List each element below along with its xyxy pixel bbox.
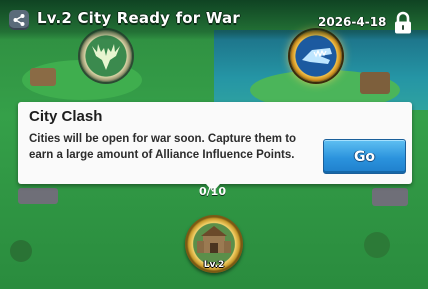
tree <box>10 240 32 262</box>
building <box>18 188 58 204</box>
popup-body: Cities will be open for war soon. Captur… <box>29 133 297 161</box>
bush <box>364 232 390 258</box>
lock-icon[interactable] <box>392 11 414 35</box>
share-button[interactable] <box>9 10 29 30</box>
building <box>30 68 56 86</box>
page-title: Lv.2 City Ready for War <box>37 9 240 27</box>
event-date: 2026-4-18 <box>318 15 387 29</box>
partially-hidden-counter: 0/10 <box>199 185 226 198</box>
building <box>360 72 390 94</box>
popup-title: City Clash <box>29 108 103 125</box>
city-clash-popup: City Clash Cities will be open for war s… <box>18 102 412 184</box>
share-icon <box>13 14 25 26</box>
header-bar: Lv.2 City Ready for War 2026-4-18 <box>0 0 428 40</box>
building <box>372 188 408 206</box>
city-level-badge: Lv.2 <box>203 260 225 270</box>
go-button[interactable]: Go <box>323 139 406 174</box>
go-button-label: Go <box>353 148 376 165</box>
